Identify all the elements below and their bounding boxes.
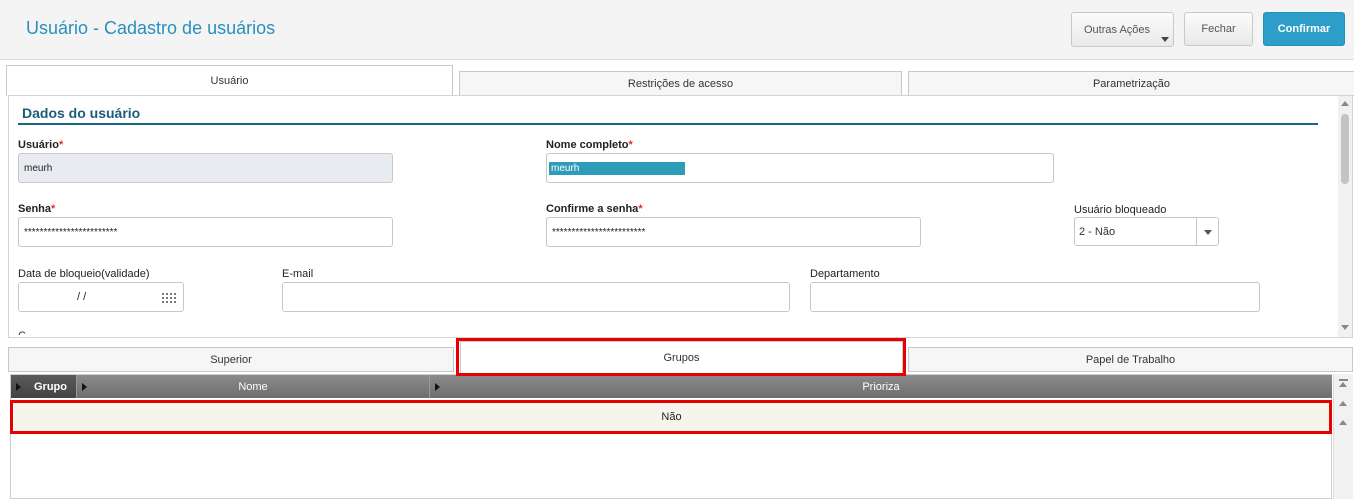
page-title: Usuário - Cadastro de usuários [26,18,276,38]
departamento-label: Departamento [810,268,880,280]
form-scrollbar[interactable] [1338,96,1352,337]
departamento-field[interactable] [810,282,1260,312]
outras-acoes-button[interactable]: Outras Ações [1071,12,1174,47]
scroll-page-up-icon[interactable] [1339,420,1347,425]
grid-header: Grupo Nome Prioriza [11,375,1332,398]
fechar-button[interactable]: Fechar [1184,12,1253,46]
select-divider [1196,218,1197,245]
section-title: Dados do usuário [22,105,141,121]
tab-grupos[interactable]: Grupos [460,341,903,374]
tab-restricoes-de-acesso[interactable]: Restrições de acesso [459,71,902,96]
chevron-down-icon[interactable] [1204,230,1212,235]
senha-value: ************************ [24,226,118,238]
data-bloqueio-value: / / [77,291,87,303]
usuario-value: meurh [24,162,53,174]
usuario-bloqueado-select[interactable]: 2 - Não [1074,217,1219,246]
nome-completo-value: meurh [549,161,685,175]
tab-usuario[interactable]: Usuário [6,65,453,96]
usuario-label: Usuário* [18,139,64,151]
scroll-top-bar [1339,379,1348,381]
scroll-to-top-icon[interactable] [1339,382,1347,387]
scrollbar-thumb[interactable] [1341,114,1349,184]
email-label: E-mail [282,268,314,280]
nome-completo-field[interactable]: meurh [546,153,1054,183]
senha-label: Senha* [18,203,56,215]
triangle-right-icon [16,383,21,391]
prioriza-cell: Não [661,411,682,423]
outras-acoes-label: Outras Ações [1084,23,1151,36]
usuario-bloqueado-label: Usuário bloqueado [1074,204,1167,216]
confirmar-button[interactable]: Confirmar [1263,12,1345,46]
tab-parametrizacao[interactable]: Parametrização [908,71,1354,96]
column-header-grupo[interactable]: Grupo [11,375,77,398]
data-bloqueio-label: Data de bloqueio(validade) [18,268,150,280]
cut-off-label: C [18,330,26,335]
triangle-right-icon [82,383,87,391]
section-divider [18,123,1318,125]
usuario-field[interactable]: meurh [18,153,393,183]
senha-field[interactable]: ************************ [18,217,393,247]
table-row[interactable]: Não [14,403,1329,431]
data-bloqueio-field[interactable]: / / [18,282,184,312]
column-header-nome-label: Nome [238,380,268,393]
confirme-senha-field[interactable]: ************************ [546,217,921,247]
email-field[interactable] [282,282,790,312]
scroll-up-icon[interactable] [1341,101,1349,106]
column-header-grupo-label: Grupo [34,380,67,393]
nome-completo-label: Nome completo* [546,139,633,151]
confirme-senha-value: ************************ [552,226,646,238]
tab-papel-de-trabalho[interactable]: Papel de Trabalho [908,347,1353,372]
column-header-prioriza[interactable]: Prioriza [430,375,1332,398]
scroll-up-icon[interactable] [1339,401,1347,406]
tab-superior[interactable]: Superior [8,347,454,372]
calendar-icon[interactable] [162,291,176,303]
chevron-down-icon [1161,37,1169,42]
grid-scrollbar[interactable] [1333,374,1353,499]
triangle-right-icon [435,383,440,391]
column-header-prioriza-label: Prioriza [862,380,900,393]
column-header-nome[interactable]: Nome [77,375,430,398]
scroll-down-icon[interactable] [1341,325,1349,330]
confirme-senha-label: Confirme a senha* [546,203,643,215]
usuario-bloqueado-value: 2 - Não [1079,225,1116,238]
